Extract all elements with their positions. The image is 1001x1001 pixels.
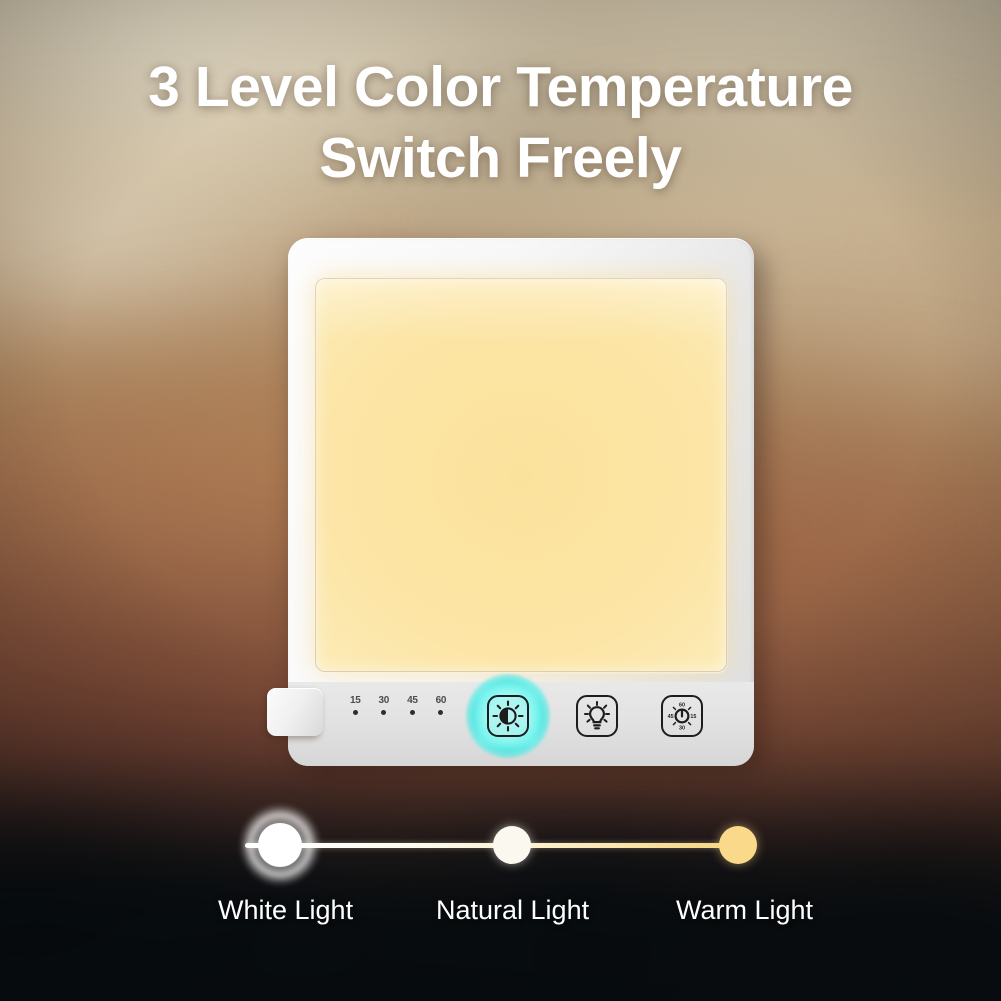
label-white-light: White Light xyxy=(218,895,354,925)
light-mode-button[interactable] xyxy=(571,690,623,742)
color-option-natural-light[interactable] xyxy=(490,823,534,867)
svg-text:45: 45 xyxy=(668,714,674,720)
timer-dial-icon: 60 15 30 45 xyxy=(661,695,703,737)
color-swatch-dot xyxy=(719,826,757,864)
brightness-button[interactable] xyxy=(466,674,550,758)
color-option-labels: White Light Natural Light Warm Light xyxy=(0,894,1001,934)
light-emitting-panel xyxy=(316,279,726,671)
svg-text:15: 15 xyxy=(690,714,696,720)
color-swatch-dot xyxy=(493,826,531,864)
timer-button[interactable]: 60 15 30 45 xyxy=(656,690,708,742)
color-swatch-dot xyxy=(258,823,302,867)
brightness-half-icon xyxy=(487,695,529,737)
label-warm-light: Warm Light xyxy=(676,895,814,925)
panel-sheen xyxy=(316,279,726,671)
color-option-warm-light[interactable] xyxy=(716,823,760,867)
headline-line-2: Switch Freely xyxy=(319,126,682,190)
svg-text:30: 30 xyxy=(679,726,685,732)
headline-line-1: 3 Level Color Temperature xyxy=(148,55,853,119)
control-button-row: 60 15 30 45 xyxy=(288,674,754,758)
headline: 3 Level Color Temperature Switch Freely xyxy=(0,52,1001,194)
label-natural-light: Natural Light xyxy=(436,895,590,925)
color-option-white-light[interactable] xyxy=(241,806,319,884)
color-temperature-selector: White Light Natural Light Warm Light xyxy=(0,796,1001,956)
svg-text:60: 60 xyxy=(679,702,685,708)
led-panel-light: 15 30 45 60 60 15 30 45 xyxy=(267,238,764,774)
lightbulb-icon xyxy=(576,695,618,737)
